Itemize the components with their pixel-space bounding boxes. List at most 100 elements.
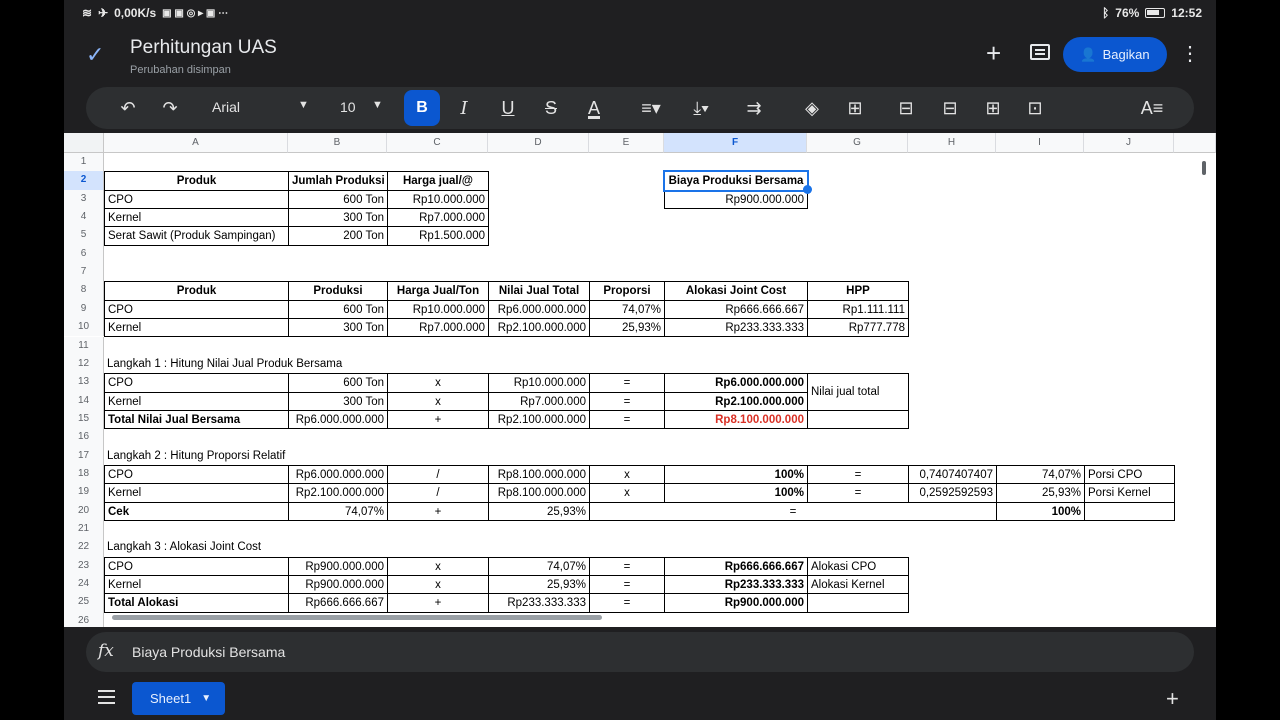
font-size-select[interactable]: 10 [340,99,356,115]
cell-g18[interactable]: = [807,464,909,485]
row-header-22[interactable]: 22 [64,538,104,557]
cell-b2[interactable]: Jumlah Produksi [288,171,388,191]
share-button[interactable]: 👤 Bagikan [1063,37,1167,72]
cell-b25[interactable]: Rp666.666.667 [288,593,388,613]
add-sheet-icon[interactable]: + [1166,686,1179,712]
cell-c9[interactable]: Rp10.000.000 [387,299,489,320]
sheet-tab[interactable]: Sheet1 ▼ [132,682,225,715]
vertical-scrollbar[interactable] [1202,161,1206,175]
cell-c19[interactable]: / [387,483,489,503]
cell-a5[interactable]: Serat Sawit (Produk Sampingan) [104,226,289,246]
cell-f10[interactable]: Rp233.333.333 [664,318,808,338]
row-header-3[interactable]: 3 [64,189,104,209]
font-dropdown-caret-icon[interactable]: ▼ [298,99,309,111]
column-header-d[interactable]: D [488,133,589,153]
cell-a13[interactable]: CPO [104,373,289,393]
cell-h19[interactable]: 0,2592592593 [908,483,997,503]
cell-c5[interactable]: Rp1.500.000 [387,226,489,246]
cell-c24[interactable]: x [387,575,489,595]
column-header-b[interactable]: B [288,133,387,153]
cell-b4[interactable]: 300 Ton [288,208,388,228]
strikethrough-button[interactable]: S [537,87,565,129]
cell-j20[interactable] [1084,501,1175,521]
cell-b18[interactable]: Rp6.000.000.000 [288,464,388,485]
cell-a20[interactable]: Cek [104,501,289,521]
cell-a9[interactable]: CPO [104,299,289,320]
cell-f15[interactable]: Rp8.100.000.000 [664,409,808,430]
cell-e9[interactable]: 74,07% [589,299,665,320]
cell-b13[interactable]: 600 Ton [288,373,388,393]
cell-a19[interactable]: Kernel [104,483,289,503]
cell-e15[interactable]: = [589,409,665,430]
cell-b24[interactable]: Rp900.000.000 [288,575,388,595]
row-header-13[interactable]: 13 [64,373,104,392]
cell-f24[interactable]: Rp233.333.333 [664,575,808,595]
cell-e18[interactable]: x [589,464,665,485]
cell-d19[interactable]: Rp8.100.000.000 [488,483,590,503]
cell-e13[interactable]: = [589,373,665,393]
cell-f13[interactable]: Rp6.000.000.000 [664,373,808,393]
cell-i19[interactable]: 25,93% [996,483,1085,503]
row-header-1[interactable]: 1 [64,153,104,172]
cell-g15[interactable] [807,409,909,430]
cell-e20[interactable]: = [589,501,997,521]
row-header-8[interactable]: 8 [64,281,104,300]
insert-row-below-icon[interactable]: ⊟ [936,87,964,129]
cell-e10[interactable]: 25,93% [589,318,665,338]
row-header-11[interactable]: 11 [64,336,104,355]
cell-f18[interactable]: 100% [664,464,808,485]
cell-a10[interactable]: Kernel [104,318,289,338]
cell-a4[interactable]: Kernel [104,208,289,228]
cell-g13-note[interactable]: Nilai jual total [807,373,909,411]
borders-icon[interactable]: ⊞ [841,87,869,129]
cell-h18[interactable]: 0,7407407407 [908,464,997,485]
cell-a22[interactable]: Langkah 3 : Alokasi Joint Cost [104,538,388,557]
undo-icon[interactable]: ↶ [114,87,142,129]
cell-c20[interactable]: + [387,501,489,521]
column-header-g[interactable]: G [807,133,908,153]
cell-f19[interactable]: 100% [664,483,808,503]
cell-c25[interactable]: + [387,593,489,613]
cell-a23[interactable]: CPO [104,556,289,577]
row-header-17[interactable]: 17 [64,446,104,465]
cell-g25[interactable] [807,593,909,613]
cell-i18[interactable]: 74,07% [996,464,1085,485]
cell-f2[interactable]: Biaya Produksi Bersama [664,171,808,191]
row-header-7[interactable]: 7 [64,263,104,282]
comment-icon[interactable] [1030,44,1050,60]
cell-a25[interactable]: Total Alokasi [104,593,289,613]
formula-bar[interactable]: fx Biaya Produksi Bersama [86,632,1194,672]
cell-a24[interactable]: Kernel [104,575,289,595]
cell-b23[interactable]: Rp900.000.000 [288,556,388,577]
column-header-j[interactable]: J [1084,133,1174,153]
cell-e23[interactable]: = [589,556,665,577]
cell-g9[interactable]: Rp1.111.111 [807,299,909,320]
cell-i20[interactable]: 100% [996,501,1085,521]
cell-c14[interactable]: x [387,391,489,411]
fill-color-icon[interactable]: ◈ [798,87,826,129]
cell-a8[interactable]: Produk [104,281,289,301]
cell-c4[interactable]: Rp7.000.000 [387,208,489,228]
cell-d25[interactable]: Rp233.333.333 [488,593,590,613]
row-header-12[interactable]: 12 [64,354,104,374]
insert-plus-icon[interactable]: + [986,38,1001,68]
row-header-21[interactable]: 21 [64,520,104,539]
cell-f14[interactable]: Rp2.100.000.000 [664,391,808,411]
cell-d9[interactable]: Rp6.000.000.000 [488,299,590,320]
cell-c13[interactable]: x [387,373,489,393]
row-header-5[interactable]: 5 [64,226,104,245]
row-header-4[interactable]: 4 [64,208,104,227]
horizontal-scrollbar[interactable] [112,615,602,620]
redo-icon[interactable]: ↷ [156,87,184,129]
cell-c2[interactable]: Harga jual/@ [387,171,489,191]
cell-a2[interactable]: Produk [104,171,289,191]
cell-b15[interactable]: Rp6.000.000.000 [288,409,388,430]
cell-d23[interactable]: 74,07% [488,556,590,577]
row-header-19[interactable]: 19 [64,483,104,502]
cell-b10[interactable]: 300 Ton [288,318,388,338]
cell-c23[interactable]: x [387,556,489,577]
cell-d8[interactable]: Nilai Jual Total [488,281,590,301]
cell-d13[interactable]: Rp10.000.000 [488,373,590,393]
cell-g8[interactable]: HPP [807,281,909,301]
cell-a17[interactable]: Langkah 2 : Hitung Proporsi Relatif [104,447,388,466]
